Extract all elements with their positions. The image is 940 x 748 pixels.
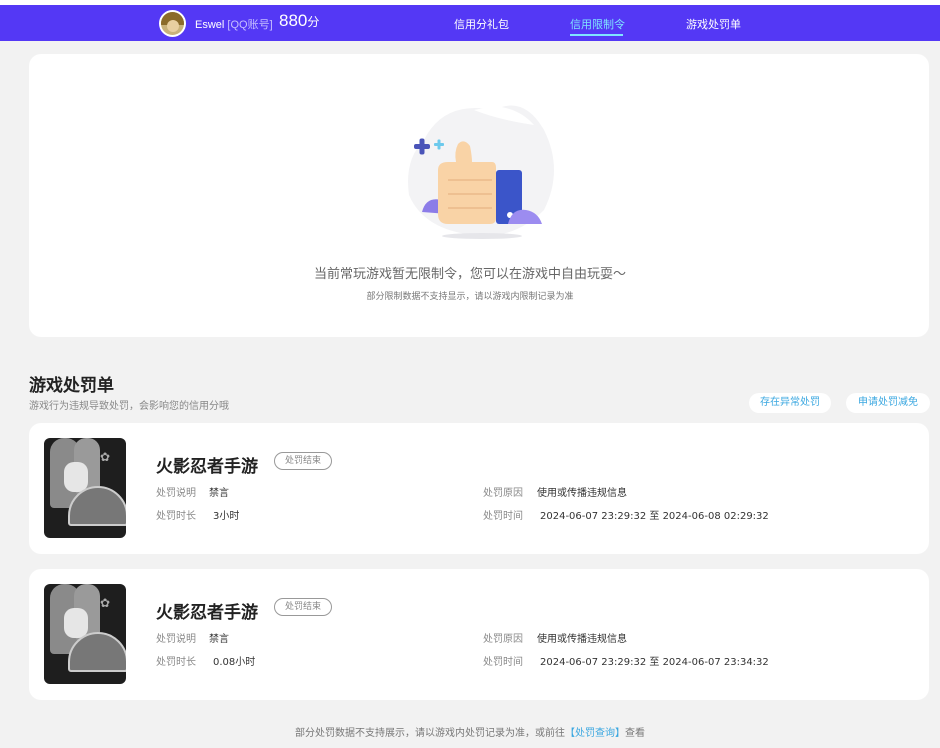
- score-unit: 分: [307, 15, 320, 29]
- tab-credit-restriction[interactable]: 信用限制令: [570, 16, 625, 32]
- game-thumbnail: ✿: [44, 584, 126, 684]
- penalty-desc-value: 禁言: [209, 488, 229, 499]
- penalty-query-link[interactable]: 【处罚查询】: [565, 728, 625, 739]
- penalty-reason-label: 处罚原因: [483, 634, 523, 645]
- tab-game-penalty[interactable]: 游戏处罚单: [686, 16, 741, 32]
- avatar[interactable]: [159, 10, 186, 37]
- game-name: 火影忍者手游: [156, 603, 258, 623]
- penalty-card: ✿ 火影忍者手游 处罚结束 处罚说明 禁言 处罚时长 0.08小时 处罚原因 使…: [29, 569, 929, 700]
- tab-credit-gift[interactable]: 信用分礼包: [454, 16, 509, 32]
- footer-text: 部分处罚数据不支持展示，请以游戏内处罚记录为准，或前往: [295, 728, 565, 739]
- penalty-time-label: 处罚时间: [483, 511, 523, 522]
- flower-icon: ✿: [100, 450, 111, 464]
- user-name: Eswel [QQ账号]: [195, 16, 273, 32]
- game-name: 火影忍者手游: [156, 457, 258, 477]
- footer-note: 部分处罚数据不支持展示，请以游戏内处罚记录为准，或前往【处罚查询】查看: [0, 724, 940, 739]
- game-thumbnail: ✿: [44, 438, 126, 538]
- penalty-duration-value: 3小时: [213, 511, 240, 522]
- header-bar: Eswel [QQ账号] 880分 信用分礼包 信用限制令 游戏处罚单: [0, 5, 940, 41]
- thumbs-up-illustration: [408, 105, 554, 239]
- score-value: 880: [279, 11, 308, 30]
- apply-penalty-reduction-button[interactable]: 申请处罚减免: [846, 393, 930, 413]
- penalty-reason-value: 使用或传播违规信息: [537, 488, 627, 499]
- penalty-section-title: 游戏处罚单: [29, 376, 114, 396]
- username-text: Eswel: [195, 19, 225, 31]
- penalty-time-label: 处罚时间: [483, 657, 523, 668]
- penalty-duration-label: 处罚时长: [156, 511, 196, 522]
- penalty-time-value: 2024-06-07 23:29:32 至 2024-06-07 23:34:3…: [540, 657, 769, 668]
- no-restriction-message: 当前常玩游戏暂无限制令，您可以在游戏中自由玩耍～: [313, 267, 626, 282]
- flower-icon: ✿: [100, 596, 111, 610]
- report-abnormal-penalty-button[interactable]: 存在异常处罚: [749, 393, 831, 413]
- penalty-time-value: 2024-06-07 23:29:32 至 2024-06-08 02:29:3…: [540, 511, 769, 522]
- penalty-desc-label: 处罚说明: [156, 634, 196, 645]
- status-badge: 处罚结束: [274, 452, 333, 470]
- penalty-section-description: 游戏行为违规导致处罚，会影响您的信用分哦: [29, 401, 229, 412]
- penalty-duration-label: 处罚时长: [156, 657, 196, 668]
- penalty-reason-label: 处罚原因: [483, 488, 523, 499]
- penalty-desc-label: 处罚说明: [156, 488, 196, 499]
- penalty-card: ✿ 火影忍者手游 处罚结束 处罚说明 禁言 处罚时长 3小时 处罚原因 使用或传…: [29, 423, 929, 554]
- account-type: [QQ账号]: [227, 19, 273, 31]
- active-tab-indicator: [570, 34, 623, 36]
- penalty-reason-value: 使用或传播违规信息: [537, 634, 627, 645]
- credit-score: 880分: [279, 11, 319, 31]
- footer-text-after: 查看: [625, 728, 645, 739]
- restriction-note: 部分限制数据不支持显示，请以游戏内限制记录为准: [366, 292, 574, 302]
- penalty-desc-value: 禁言: [209, 634, 229, 645]
- penalty-duration-value: 0.08小时: [213, 657, 256, 668]
- status-badge: 处罚结束: [274, 598, 333, 616]
